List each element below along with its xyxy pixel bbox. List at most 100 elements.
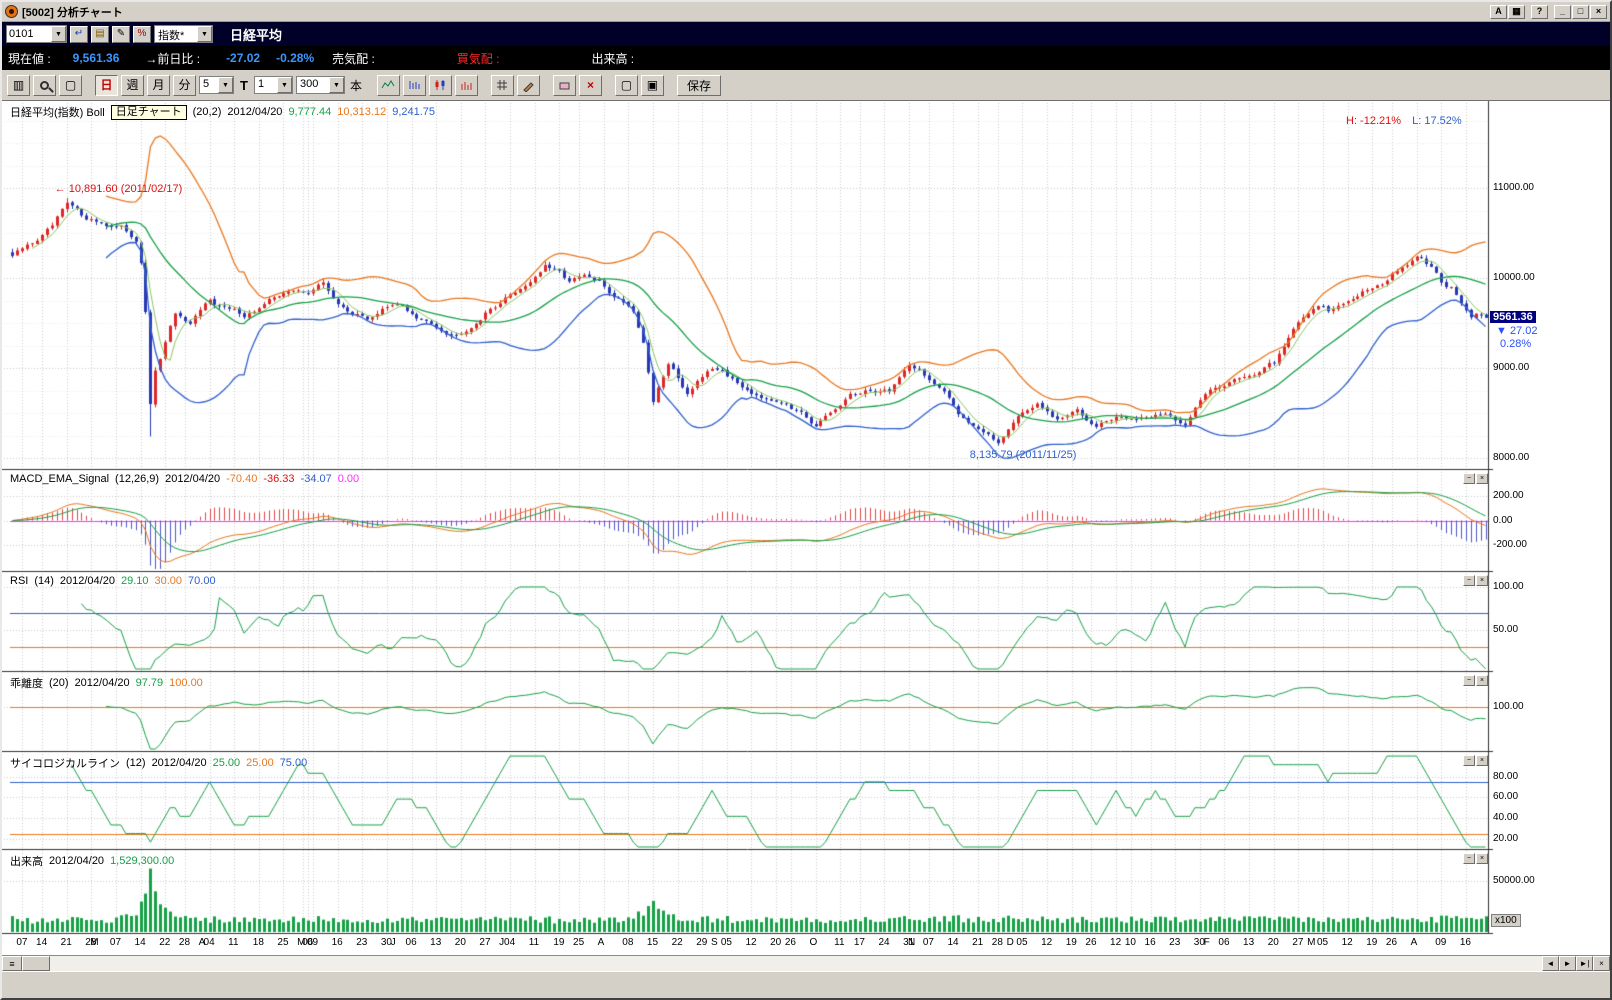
volume-close-button[interactable]: × [1476,853,1488,864]
volume-minimize-button[interactable]: − [1463,853,1475,864]
psych-close-button[interactable]: × [1476,755,1488,766]
psych-panel-params: (12) [126,757,146,769]
index-select[interactable]: 指数* [155,26,197,42]
maximize-button[interactable]: □ [1572,5,1589,19]
chart-canvas[interactable] [2,101,1494,955]
rsi-upper-level: 70.00 [188,575,216,587]
minute-select[interactable]: 5 [200,77,218,93]
x-tick-label: 09 [1435,937,1446,948]
x-tick-label: A [598,937,605,948]
bars-dropdown-icon[interactable]: ▼ [329,77,344,93]
help-button[interactable]: ? [1531,5,1548,19]
x-tick-label: 26 [1085,937,1096,948]
enter-button[interactable]: ↵ [70,26,88,43]
psych-panel-title: サイコロジカルライン [10,755,120,771]
y-tick-label: -200.00 [1493,539,1527,550]
y-tick-label: 10000.00 [1493,272,1535,283]
x-tick-label: S [711,937,718,948]
grid-toggle-button[interactable] [491,75,514,96]
y-tick-label: 0.00 [1493,515,1512,526]
macd-minimize-button[interactable]: − [1463,473,1475,484]
rsi-panel-params: (14) [34,575,54,587]
x-tick-label: 18 [253,937,264,948]
rate-button[interactable]: % [133,26,151,43]
splitter-grip[interactable]: ≡ [2,956,22,971]
x-tick-label: 20 [455,937,466,948]
period-month-button[interactable]: 月 [147,75,170,96]
chart-close-button[interactable]: × [1593,956,1610,971]
scroll-left-button[interactable]: ◄ [1542,956,1559,971]
zoom-button[interactable] [33,75,56,96]
period-day-button[interactable]: 日 [95,75,118,96]
volume-chart-button[interactable] [455,75,478,96]
page-copy-button[interactable]: ▣ [641,75,664,96]
page-prev-button[interactable]: ▢ [615,75,638,96]
kairi-panel-date: 2012/04/20 [75,677,130,689]
scrollbar-thumb[interactable] [22,956,50,971]
bars-select[interactable]: 300 [297,77,329,93]
scrollbar-track[interactable] [50,956,1542,971]
memo-button[interactable]: ✎ [112,26,130,43]
y-tick-label: 50.00 [1493,624,1518,635]
x-tick-label: 14 [36,937,47,948]
x-tick-label: M [90,937,98,948]
draw-line-button[interactable] [517,75,540,96]
erase-drawing-button[interactable] [553,75,576,96]
bar-chart-button[interactable] [403,75,426,96]
macd-panel-title: MACD_EMA_Signal [10,473,109,485]
rsi-minimize-button[interactable]: − [1463,575,1475,586]
minute-dropdown-icon[interactable]: ▼ [218,77,233,93]
bar-chart-icon [407,79,421,91]
status-bar [2,971,1610,998]
x-tick-label: 19 [1066,937,1077,948]
rsi-close-button[interactable]: × [1476,575,1488,586]
period-week-button[interactable]: 週 [121,75,144,96]
x-tick-label: 25 [573,937,584,948]
tick-select[interactable]: 1 [255,77,277,93]
x-tick-label: 04 [504,937,515,948]
close-button[interactable]: × [1590,5,1607,19]
index-dropdown-icon[interactable]: ▼ [197,26,212,42]
chart-settings-button[interactable]: ▥ [7,75,30,96]
kairi-value: 97.79 [136,677,164,689]
kairi-close-button[interactable]: × [1476,675,1488,686]
save-button[interactable]: 保存 [677,75,721,96]
volume-panel-date: 2012/04/20 [49,855,104,867]
line-chart-button[interactable] [377,75,400,96]
x-tick-label: 21 [61,937,72,948]
x-tick-label: 07 [923,937,934,948]
watchlist-button[interactable]: ▤ [91,26,109,43]
x-tick-label: 19 [553,937,564,948]
x-tick-label: 05 [721,937,732,948]
x-tick-label: M [1307,937,1315,948]
horizontal-scrollbar[interactable]: ≡ ◄ ► ►| × [2,955,1610,971]
new-page-button[interactable]: ▢ [59,75,82,96]
scroll-end-button[interactable]: ►| [1576,956,1593,971]
macd-close-button[interactable]: × [1476,473,1488,484]
tick-dropdown-icon[interactable]: ▼ [277,77,292,93]
volume-panel-title: 出来高 [10,853,43,869]
code-input[interactable] [7,26,51,42]
x-tick-label: D [1007,937,1014,948]
period-minute-button[interactable]: 分 [173,75,196,96]
layout-button[interactable]: ▦ [1508,5,1525,19]
x-tick-label: 16 [1145,937,1156,948]
kairi-minimize-button[interactable]: − [1463,675,1475,686]
minimize-button[interactable]: _ [1554,5,1571,19]
delete-drawing-button[interactable]: × [579,75,602,96]
scroll-right-button[interactable]: ► [1559,956,1576,971]
candle-chart-button[interactable] [429,75,452,96]
titlebar[interactable]: [5002] 分析チャート A ▦ ? _ □ × [2,2,1610,22]
font-size-button[interactable]: A [1490,5,1507,19]
x-tick-label: 29 [696,937,707,948]
app-icon [5,5,18,18]
chart-area: 日経平均(指数) Boll 日足チャート (20,2) 2012/04/20 9… [2,101,1610,955]
code-dropdown-icon[interactable]: ▼ [51,26,66,42]
line-chart-icon [381,79,395,91]
current-price-value: 9,561.36 [73,51,120,65]
boll-lower-value: 9,241.75 [392,106,435,118]
y-tick-label: 11000.00 [1493,182,1534,193]
psych-upper-level: 75.00 [280,757,308,769]
psych-minimize-button[interactable]: − [1463,755,1475,766]
macd-zero-value: 0.00 [338,473,359,485]
